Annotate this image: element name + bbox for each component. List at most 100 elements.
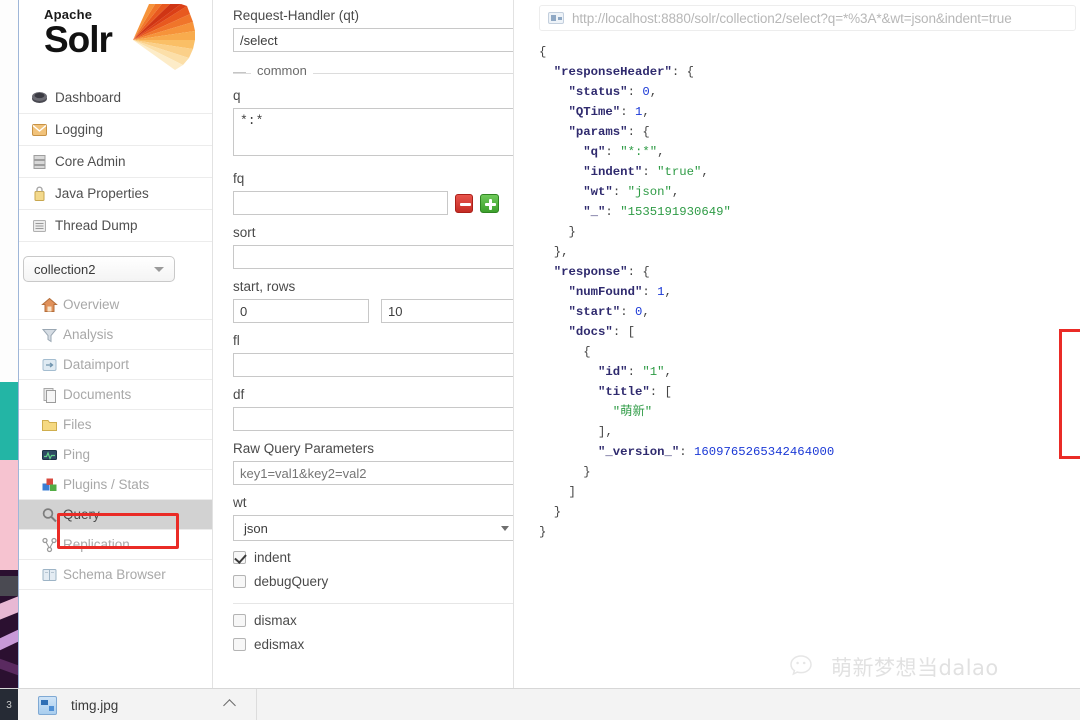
ping-icon	[42, 449, 57, 460]
sidebar-item-label: Logging	[55, 122, 104, 137]
sidebar-item-label: Analysis	[63, 327, 114, 342]
image-file-icon	[38, 695, 57, 715]
debugquery-label: debugQuery	[254, 574, 329, 589]
wt-select[interactable]: json	[233, 515, 513, 541]
fq-remove-button[interactable]	[454, 193, 474, 213]
common-legend-label: common	[251, 63, 313, 78]
query-magnifier-icon	[42, 507, 57, 522]
df-input[interactable]	[233, 407, 513, 431]
common-fieldset-legend: — common	[233, 63, 513, 80]
dashboard-icon	[32, 91, 47, 103]
collection-selector-value: collection2	[34, 261, 96, 277]
sidebar-item-replication[interactable]: Replication	[19, 530, 212, 560]
sidebar: Apache Solr Dashboard Logging Core Admin…	[19, 0, 212, 688]
sidebar-item-schema-browser[interactable]: Schema Browser	[19, 560, 212, 590]
sidebar-item-label: Replication	[63, 537, 130, 552]
solr-logo[interactable]: Apache Solr	[19, 0, 212, 80]
download-bar-gutter: 3	[0, 689, 18, 720]
wt-label: wt	[233, 495, 247, 510]
sidebar-item-ping[interactable]: Ping	[19, 440, 212, 470]
legend-dash-icon: —	[233, 64, 246, 79]
sidebar-item-label: Dataimport	[63, 357, 130, 372]
sidebar-item-core-admin[interactable]: Core Admin	[19, 146, 212, 178]
fq-label: fq	[233, 171, 245, 186]
files-folder-icon	[42, 419, 57, 431]
documents-icon	[43, 387, 56, 403]
sort-label: sort	[233, 225, 256, 240]
dismax-label: dismax	[254, 613, 297, 628]
sidebar-item-dashboard[interactable]: Dashboard	[19, 82, 212, 114]
schema-browser-icon	[42, 568, 57, 581]
sidebar-item-label: Documents	[63, 387, 132, 402]
request-handler-label: Request-Handler (qt)	[233, 8, 360, 23]
collection-selector[interactable]: collection2	[23, 256, 175, 282]
indent-checkbox[interactable]	[233, 551, 246, 564]
q-label: q	[233, 88, 241, 103]
dismax-checkbox[interactable]	[233, 614, 246, 627]
sidebar-item-java-properties[interactable]: Java Properties	[19, 178, 212, 210]
solr-sunburst-icon	[133, 4, 195, 70]
sidebar-item-label: Core Admin	[55, 154, 126, 169]
solr-admin-screenshot: Apache Solr Dashboard Logging Core Admin…	[0, 0, 1080, 720]
sidebar-item-analysis[interactable]: Analysis	[19, 320, 212, 350]
chevron-up-icon[interactable]	[223, 699, 236, 712]
sidebar-item-query[interactable]: Query	[19, 500, 212, 530]
wt-select-value: json	[244, 520, 268, 536]
sidebar-item-label: Query	[63, 507, 100, 522]
sidebar-item-label: Overview	[63, 297, 120, 312]
core-admin-icon	[33, 154, 46, 169]
q-textarea[interactable]: *:*	[233, 108, 513, 156]
sidebar-item-files[interactable]: Files	[19, 410, 212, 440]
debugquery-checkbox-row[interactable]: debugQuery	[233, 574, 499, 589]
query-form-panel: Request-Handler (qt) — common q *:* fq s…	[213, 0, 513, 688]
raw-query-parameters-input[interactable]	[233, 461, 513, 485]
request-handler-input[interactable]	[233, 28, 513, 52]
result-url-text: http://localhost:8880/solr/collection2/s…	[572, 10, 1012, 26]
sidebar-item-overview[interactable]: Overview	[19, 290, 212, 320]
new-window-icon	[548, 12, 564, 24]
start-input[interactable]	[233, 299, 369, 323]
sidebar-item-documents[interactable]: Documents	[19, 380, 212, 410]
dismax-checkbox-row[interactable]: dismax	[233, 613, 499, 628]
sidebar-item-thread-dump[interactable]: Thread Dump	[19, 210, 212, 242]
fl-input[interactable]	[233, 353, 513, 377]
sidebar-item-label: Dashboard	[55, 90, 122, 105]
sidebar-item-label: Files	[63, 417, 92, 432]
edismax-checkbox-row[interactable]: edismax	[233, 637, 499, 652]
overview-home-icon	[41, 297, 58, 312]
download-item[interactable]: timg.jpg	[22, 689, 257, 720]
analysis-funnel-icon	[41, 328, 58, 342]
form-divider	[233, 603, 513, 604]
fq-input[interactable]	[233, 191, 448, 215]
sidebar-item-label: Schema Browser	[63, 567, 166, 582]
df-label: df	[233, 387, 245, 402]
debugquery-checkbox[interactable]	[233, 575, 246, 588]
rows-input[interactable]	[381, 299, 513, 323]
edismax-label: edismax	[254, 637, 305, 652]
download-bar: 3 timg.jpg	[0, 688, 1080, 720]
sidebar-item-plugins-stats[interactable]: Plugins / Stats	[19, 470, 212, 500]
sidebar-item-label: Plugins / Stats	[63, 477, 150, 492]
result-url-bar[interactable]: http://localhost:8880/solr/collection2/s…	[539, 5, 1076, 31]
dataimport-icon	[42, 358, 57, 371]
logging-icon	[32, 123, 47, 136]
chevron-down-icon	[154, 267, 164, 272]
sidebar-primary-nav: Dashboard Logging Core Admin Java Proper…	[19, 82, 212, 242]
result-panel: http://localhost:8880/solr/collection2/s…	[514, 0, 1080, 688]
fl-label: fl	[233, 333, 240, 348]
sidebar-item-label: Ping	[63, 447, 91, 462]
sidebar-item-label: Thread Dump	[55, 218, 138, 233]
indent-checkbox-row[interactable]: indent	[233, 550, 499, 565]
raw-query-parameters-label: Raw Query Parameters	[233, 441, 375, 456]
sidebar-item-dataimport[interactable]: Dataimport	[19, 350, 212, 380]
sidebar-item-logging[interactable]: Logging	[19, 114, 212, 146]
fq-add-button[interactable]	[480, 193, 499, 213]
edismax-checkbox[interactable]	[233, 638, 246, 651]
page-background-strip	[0, 0, 18, 688]
download-file-name: timg.jpg	[71, 697, 119, 713]
indent-label: indent	[254, 550, 291, 565]
sidebar-item-label: Java Properties	[55, 186, 149, 201]
thread-dump-icon	[33, 219, 46, 232]
sidebar-core-nav: Overview Analysis Dataimport Documents F…	[19, 290, 212, 590]
sort-input[interactable]	[233, 245, 513, 269]
